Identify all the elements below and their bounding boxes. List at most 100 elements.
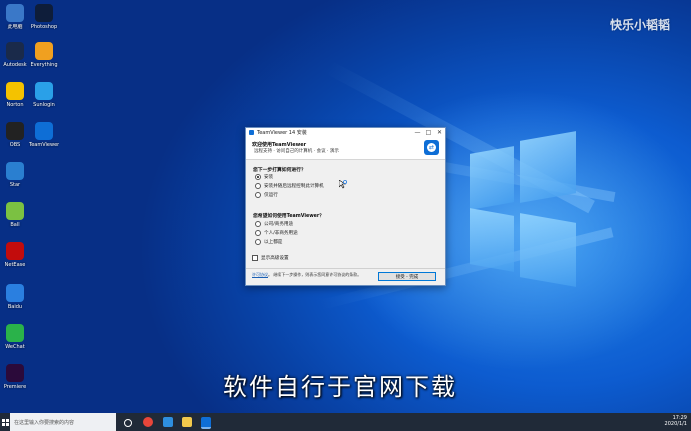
license-notice: 。 继续下一步操作，则表示您同意许可协议的条款。 (268, 272, 362, 277)
radio-icon (255, 239, 261, 245)
autodesk-icon (6, 42, 24, 60)
desktop-shortcut-label: Baidu (7, 304, 23, 310)
radio-icon (255, 230, 261, 236)
radio-commercial[interactable]: 公司/商务用途 (255, 221, 293, 227)
desktop-shortcut-label: Everything (30, 62, 58, 68)
video-subtitle: 软件自行于官网下载 (223, 373, 457, 401)
radio-icon (255, 183, 261, 189)
teamviewer-logo-icon: ⇄ (424, 140, 439, 155)
watermark: 快乐小韬韬 (610, 18, 671, 32)
desktop-shortcut[interactable]: OBS (0, 122, 30, 148)
desktop-shortcut[interactable]: Everything (29, 42, 59, 68)
windows-logo-pane (470, 146, 514, 210)
advanced-settings-checkbox[interactable]: 显示高级设置 (252, 255, 289, 261)
desktop-shortcut[interactable]: Star (0, 162, 30, 188)
desktop-shortcut-label: Photoshop (30, 24, 58, 30)
desktop-shortcut-label: Premiere (3, 384, 27, 390)
radio-install[interactable]: 安装 (255, 174, 273, 180)
desktop-shortcut-label: OBS (9, 142, 21, 148)
file-explorer-icon[interactable] (182, 417, 192, 427)
desktop-shortcut[interactable]: WeChat (0, 324, 30, 350)
option-label: 个人/非商务用途 (264, 231, 298, 236)
maximize-button[interactable]: □ (423, 129, 434, 136)
radio-both[interactable]: 以上都是 (255, 239, 282, 245)
license-link[interactable]: 许可协议 (252, 272, 268, 277)
option-label: 以上都是 (264, 240, 283, 245)
radio-run-only[interactable]: 仅运行 (255, 192, 278, 198)
chrome-icon[interactable] (143, 417, 153, 427)
desktop-shortcut-label: Norton (6, 102, 24, 108)
desktop-shortcut-label: Sunlogin (33, 102, 55, 108)
windows-logo-pane (520, 131, 576, 203)
installer-dialog: TeamViewer 14 安装 — □ ✕ 欢迎使用TeamViewer 远程… (245, 127, 446, 286)
computer-icon (6, 4, 24, 22)
edge-icon[interactable] (163, 417, 173, 427)
dialog-header: 欢迎使用TeamViewer 远程支持 · 访问自己的计算机 · 会议 · 演示… (246, 137, 445, 160)
sunlogin-icon (35, 82, 53, 100)
dialog-titlebar[interactable]: TeamViewer 14 安装 — □ ✕ (246, 128, 445, 137)
taskbar: 在这里输入你要搜索的内容 17:29 2020/1/1 (0, 413, 691, 431)
windows-logo-pane (470, 208, 514, 272)
teamviewer-icon (35, 122, 53, 140)
radio-selected-icon (255, 174, 261, 180)
close-button[interactable]: ✕ (434, 129, 445, 136)
radio-icon (255, 192, 261, 198)
option-label: 安装并随后远程控制此计算机 (264, 184, 324, 189)
ball-icon (6, 202, 24, 220)
teamviewer-taskbar-icon[interactable] (201, 417, 211, 429)
cloud-icon (6, 284, 24, 302)
photoshop-icon (35, 4, 53, 22)
accept-finish-button[interactable]: 接受 - 完成 (378, 272, 436, 281)
obs-icon (6, 122, 24, 140)
desktop-shortcut-label: NetEase (4, 262, 26, 268)
star-icon (6, 162, 24, 180)
desktop-shortcut[interactable]: Premiere (0, 364, 30, 390)
windows-start-icon (1, 418, 9, 426)
desktop-shortcut[interactable]: 此电脑 (0, 4, 30, 30)
search-app-icon (35, 42, 53, 60)
question-next-step: 您下一步打算如何进行？ (253, 168, 306, 173)
desktop-shortcut[interactable]: NetEase (0, 242, 30, 268)
question-usage: 您希望如何使用TeamViewer？ (253, 214, 325, 219)
taskbar-search-input[interactable]: 在这里输入你要搜索的内容 (10, 413, 116, 431)
desktop-shortcut-label: TeamViewer (29, 142, 59, 148)
checkbox-label: 显示高级设置 (261, 256, 289, 261)
radio-personal[interactable]: 个人/非商务用途 (255, 230, 298, 236)
checkbox-icon (252, 255, 258, 261)
desktop-shortcut-label: Autodesk (3, 62, 27, 68)
start-button[interactable] (0, 413, 10, 431)
wechat-icon (6, 324, 24, 342)
cortana-icon[interactable] (124, 419, 132, 427)
dialog-footer: 许可协议。 继续下一步操作，则表示您同意许可协议的条款。 接受 - 完成 (246, 268, 445, 285)
desktop-shortcut[interactable]: Norton (0, 82, 30, 108)
desktop-shortcut[interactable]: Sunlogin (29, 82, 59, 108)
minimize-button[interactable]: — (412, 129, 423, 136)
header-title: 欢迎使用TeamViewer (252, 142, 307, 148)
desktop: 此电脑 Photoshop Autodesk Everything Norton Sunl… (0, 0, 691, 413)
desktop-shortcut[interactable]: Baidu (0, 284, 30, 310)
desktop-shortcut-label: WeChat (5, 344, 25, 350)
desktop-shortcut[interactable]: Autodesk (0, 42, 30, 68)
desktop-shortcut-label: Ball (10, 222, 20, 228)
music-icon (6, 242, 24, 260)
option-label: 公司/商务用途 (264, 222, 294, 227)
radio-icon (255, 221, 261, 227)
desktop-shortcut[interactable]: TeamViewer (29, 122, 59, 148)
desktop-shortcut[interactable]: Photoshop (29, 4, 59, 30)
header-subtitle: 远程支持 · 访问自己的计算机 · 会议 · 演示 (254, 149, 339, 154)
option-label: 仅运行 (264, 193, 278, 198)
dialog-title: TeamViewer 14 安装 (257, 130, 307, 136)
norton-icon (6, 82, 24, 100)
option-label: 安装 (264, 175, 274, 180)
windows-logo-pane (520, 213, 576, 287)
system-clock[interactable]: 17:29 2020/1/1 (665, 415, 687, 427)
busy-cursor-icon (339, 180, 347, 189)
desktop-shortcut-label: Star (9, 182, 21, 188)
premiere-icon (6, 364, 24, 382)
teamviewer-icon (249, 130, 254, 135)
clock-date: 2020/1/1 (664, 421, 687, 427)
license-text: 许可协议。 继续下一步操作，则表示您同意许可协议的条款。 (252, 272, 372, 277)
desktop-shortcut[interactable]: Ball (0, 202, 30, 228)
radio-install-remote[interactable]: 安装并随后远程控制此计算机 (255, 183, 324, 189)
desktop-shortcut-label: 此电脑 (7, 24, 23, 30)
